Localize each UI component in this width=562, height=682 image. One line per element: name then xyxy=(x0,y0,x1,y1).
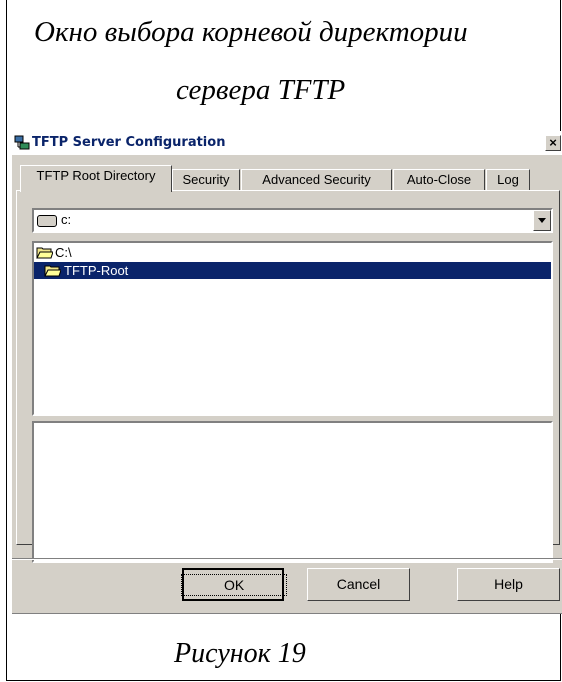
divider xyxy=(12,613,562,614)
list-item[interactable]: C:\ xyxy=(34,244,551,261)
title-bar: TFTP Server Configuration × xyxy=(12,131,562,155)
ok-button[interactable]: OK xyxy=(180,568,288,601)
window-title: TFTP Server Configuration xyxy=(32,135,226,150)
chevron-down-icon[interactable] xyxy=(533,210,551,231)
divider xyxy=(12,558,562,560)
caption-line-1: Окно выбора корневой директории xyxy=(34,16,468,48)
tab-strip: TFTP Root Directory Security Advanced Se… xyxy=(12,163,562,192)
tab-advanced-security[interactable]: Advanced Security xyxy=(241,169,392,191)
list-item-selected[interactable]: TFTP-Root xyxy=(34,262,551,279)
drive-select-value: c: xyxy=(61,212,72,227)
drive-select[interactable]: c: xyxy=(32,208,553,233)
figure-caption: Рисунок 19 xyxy=(174,638,306,669)
folder-label: TFTP-Root xyxy=(64,263,129,278)
cancel-button[interactable]: Cancel xyxy=(307,568,410,601)
tab-auto-close[interactable]: Auto-Close xyxy=(393,169,485,191)
tab-log[interactable]: Log xyxy=(486,169,530,191)
tftp-config-dialog: TFTP Server Configuration × TFTP Root Di… xyxy=(12,131,562,613)
network-app-icon xyxy=(14,135,30,150)
folder-label: C:\ xyxy=(55,245,72,260)
drive-icon xyxy=(37,215,57,227)
close-button[interactable]: × xyxy=(545,135,561,151)
ok-button-label: OK xyxy=(180,574,288,596)
tab-tftp-root-directory[interactable]: TFTP Root Directory xyxy=(20,165,172,192)
open-folder-icon xyxy=(36,247,53,259)
folder-tree[interactable]: C:\ TFTP-Root xyxy=(32,241,553,416)
open-folder-icon xyxy=(44,265,61,277)
help-button[interactable]: Help xyxy=(457,568,560,601)
tab-security[interactable]: Security xyxy=(172,169,240,191)
path-text-area[interactable] xyxy=(32,421,553,563)
caption-line-2: сервера TFTP xyxy=(176,74,346,106)
